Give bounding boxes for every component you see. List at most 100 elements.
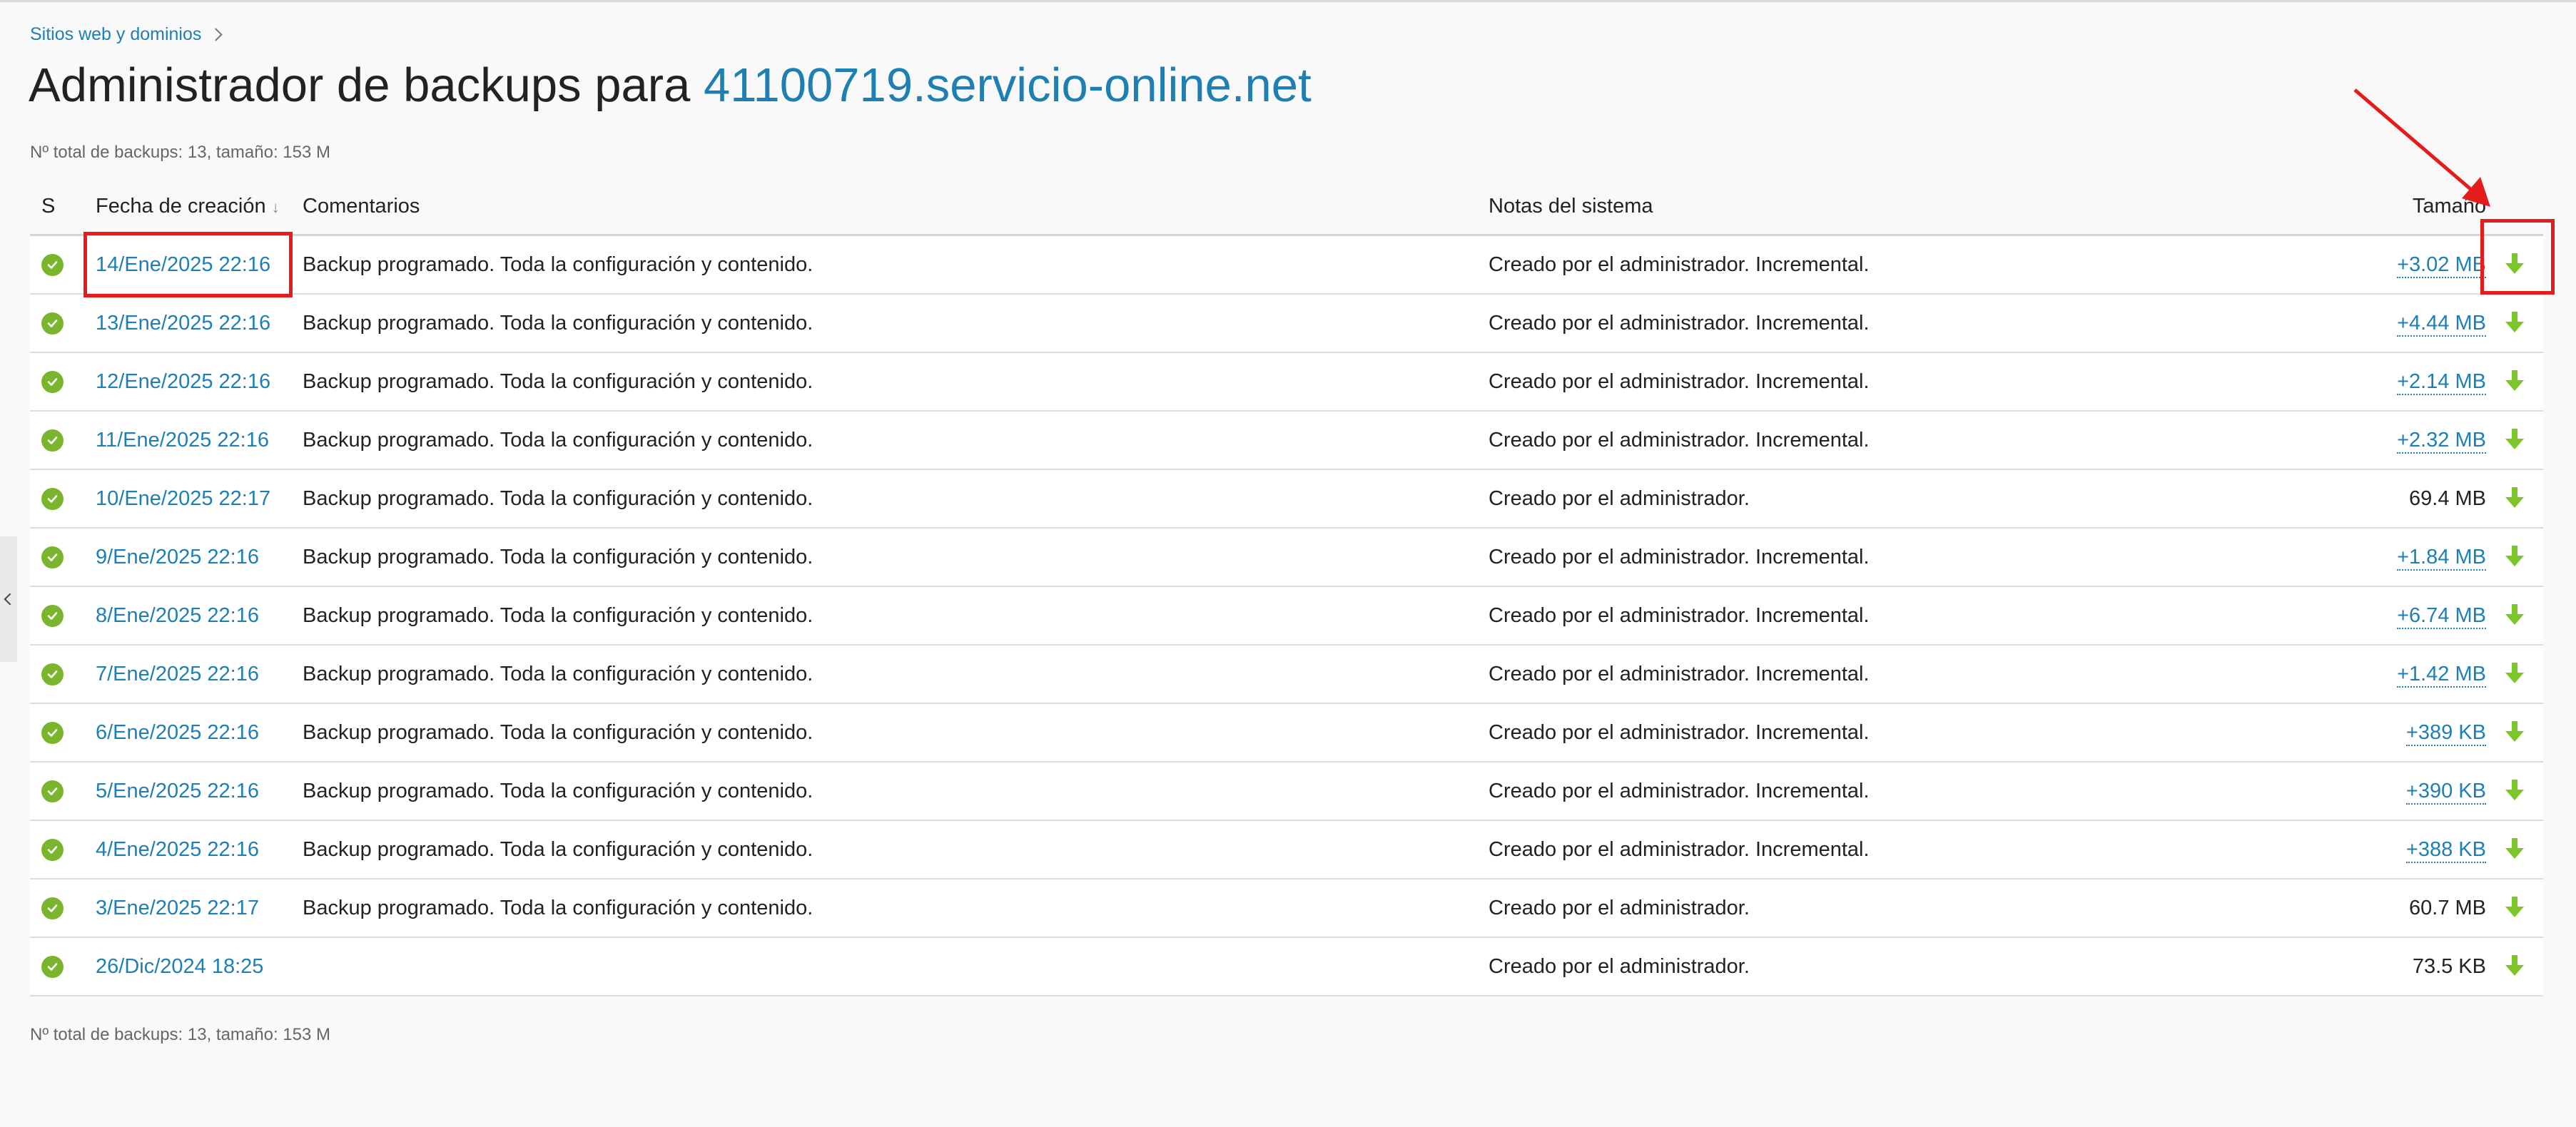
download-arrow-icon[interactable]	[2505, 897, 2524, 919]
backup-date-link[interactable]: 9/Ene/2025 22:16	[96, 546, 259, 568]
breadcrumb: Sitios web y dominios	[30, 21, 223, 47]
date-cell: 6/Ene/2025 22:16	[96, 721, 303, 745]
size-value[interactable]: +2.32 MB	[2397, 428, 2486, 454]
notes-cell: Creado por el administrador. Incremental…	[1489, 662, 1870, 685]
backup-date-link[interactable]: 4/Ene/2025 22:16	[96, 838, 259, 861]
status-cell	[30, 838, 96, 861]
notes-cell: Creado por el administrador. Incremental…	[1489, 837, 1870, 861]
page-title-prefix: Administrador de backups para	[29, 58, 704, 112]
backup-date-link[interactable]: 5/Ene/2025 22:16	[96, 780, 259, 802]
size-value[interactable]: +390 KB	[2405, 779, 2486, 805]
download-arrow-icon[interactable]	[2505, 955, 2524, 978]
download-cell	[2486, 487, 2543, 510]
side-panel-toggle[interactable]	[0, 536, 17, 662]
date-cell: 26/Dic/2024 18:25	[96, 955, 303, 979]
backup-date-link[interactable]: 12/Ene/2025 22:16	[96, 370, 270, 393]
status-cell	[30, 663, 96, 685]
comment-cell: Backup programado. Toda la configuración…	[303, 311, 813, 335]
download-arrow-icon[interactable]	[2505, 838, 2524, 861]
size-value[interactable]: +4.44 MB	[2397, 311, 2486, 337]
notes-cell: Creado por el administrador. Incremental…	[1489, 428, 1870, 452]
download-cell	[2486, 253, 2543, 276]
backup-summary-top: Nº total de backups: 13, tamaño: 153 M	[30, 143, 331, 162]
column-header-notes[interactable]: Notas del sistema	[1489, 195, 2395, 218]
status-cell	[30, 604, 96, 627]
date-cell: 11/Ene/2025 22:16	[96, 429, 303, 452]
download-cell	[2486, 897, 2543, 919]
comment-cell: Backup programado. Toda la configuración…	[303, 603, 813, 627]
table-body: 14/Ene/2025 22:16 Backup programado. Toda…	[30, 236, 2543, 996]
backup-date-link[interactable]: 8/Ene/2025 22:16	[96, 604, 259, 627]
size-value[interactable]: +1.42 MB	[2397, 662, 2486, 688]
download-arrow-icon[interactable]	[2505, 780, 2524, 802]
download-arrow-icon[interactable]	[2505, 546, 2524, 568]
column-header-date[interactable]: Fecha de creación ↓	[96, 195, 303, 218]
size-cell: +2.14 MB	[2395, 369, 2486, 395]
download-arrow-icon[interactable]	[2505, 253, 2524, 276]
download-arrow-icon[interactable]	[2505, 429, 2524, 452]
backup-date-link[interactable]: 14/Ene/2025 22:16	[96, 253, 270, 276]
table-row: 26/Dic/2024 18:25 Creado por el administr…	[30, 938, 2543, 996]
check-circle-icon	[41, 429, 64, 452]
size-value[interactable]: +2.14 MB	[2397, 369, 2486, 395]
size-value[interactable]: +3.02 MB	[2397, 253, 2486, 278]
download-cell	[2486, 546, 2543, 568]
download-arrow-icon[interactable]	[2505, 663, 2524, 685]
notes-cell: Creado por el administrador. Incremental…	[1489, 603, 1870, 627]
page-title: Administrador de backups para 41100719.s…	[29, 56, 1312, 116]
download-cell	[2486, 429, 2543, 452]
backup-date-link[interactable]: 11/Ene/2025 22:16	[96, 429, 269, 452]
size-value: 69.4 MB	[2409, 486, 2486, 510]
size-cell: 73.5 KB	[2395, 955, 2486, 979]
comment-cell: Backup programado. Toda la configuración…	[303, 779, 813, 802]
size-value[interactable]: +388 KB	[2405, 837, 2486, 863]
size-cell: +3.02 MB	[2395, 253, 2486, 278]
chevron-left-icon	[4, 593, 16, 606]
notes-cell: Creado por el administrador.	[1489, 896, 1750, 919]
size-value[interactable]: +389 KB	[2405, 720, 2486, 746]
table-row: 11/Ene/2025 22:16 Backup programado. Toda…	[30, 412, 2543, 470]
download-arrow-icon[interactable]	[2505, 487, 2524, 510]
size-value[interactable]: +6.74 MB	[2397, 603, 2486, 629]
backup-date-link[interactable]: 6/Ene/2025 22:16	[96, 721, 259, 744]
download-arrow-icon[interactable]	[2505, 312, 2524, 335]
comment-cell: Backup programado. Toda la configuración…	[303, 545, 813, 568]
column-header-date-label: Fecha de creación	[96, 194, 266, 218]
backup-date-link[interactable]: 26/Dic/2024 18:25	[96, 955, 263, 978]
breadcrumb-link-sites[interactable]: Sitios web y dominios	[30, 24, 201, 45]
check-circle-icon	[41, 253, 64, 276]
column-header-comments[interactable]: Comentarios	[303, 195, 1489, 218]
column-header-status[interactable]: S	[30, 195, 96, 218]
comment-cell: Backup programado. Toda la configuración…	[303, 369, 813, 393]
check-circle-icon	[41, 721, 64, 744]
notes-cell: Creado por el administrador. Incremental…	[1489, 779, 1870, 802]
size-cell: +389 KB	[2395, 720, 2486, 746]
sort-down-icon: ↓	[271, 198, 280, 216]
check-circle-icon	[41, 897, 64, 919]
backup-date-link[interactable]: 7/Ene/2025 22:16	[96, 663, 259, 685]
download-cell	[2486, 780, 2543, 802]
download-arrow-icon[interactable]	[2505, 721, 2524, 744]
status-cell	[30, 897, 96, 919]
download-arrow-icon[interactable]	[2505, 370, 2524, 393]
backup-date-link[interactable]: 13/Ene/2025 22:16	[96, 312, 270, 335]
table-row: 5/Ene/2025 22:16 Backup programado. Toda …	[30, 763, 2543, 821]
download-cell	[2486, 838, 2543, 861]
size-cell: +1.42 MB	[2395, 662, 2486, 688]
size-value[interactable]: +1.84 MB	[2397, 545, 2486, 571]
backup-date-link[interactable]: 3/Ene/2025 22:17	[96, 897, 259, 919]
table-header: S Fecha de creación ↓ Comentarios Notas d…	[30, 178, 2543, 236]
top-border	[0, 0, 2576, 2]
date-cell: 7/Ene/2025 22:16	[96, 663, 303, 686]
date-cell: 12/Ene/2025 22:16	[96, 370, 303, 394]
backup-date-link[interactable]: 10/Ene/2025 22:17	[96, 487, 270, 510]
status-cell	[30, 780, 96, 802]
date-cell: 4/Ene/2025 22:16	[96, 838, 303, 862]
comment-cell: Backup programado. Toda la configuración…	[303, 896, 813, 919]
check-circle-icon	[41, 604, 64, 627]
backup-summary-bottom: Nº total de backups: 13, tamaño: 153 M	[30, 1025, 331, 1044]
table-row: 4/Ene/2025 22:16 Backup programado. Toda …	[30, 821, 2543, 879]
download-arrow-icon[interactable]	[2505, 604, 2524, 627]
download-cell	[2486, 604, 2543, 627]
table-row: 7/Ene/2025 22:16 Backup programado. Toda …	[30, 646, 2543, 704]
